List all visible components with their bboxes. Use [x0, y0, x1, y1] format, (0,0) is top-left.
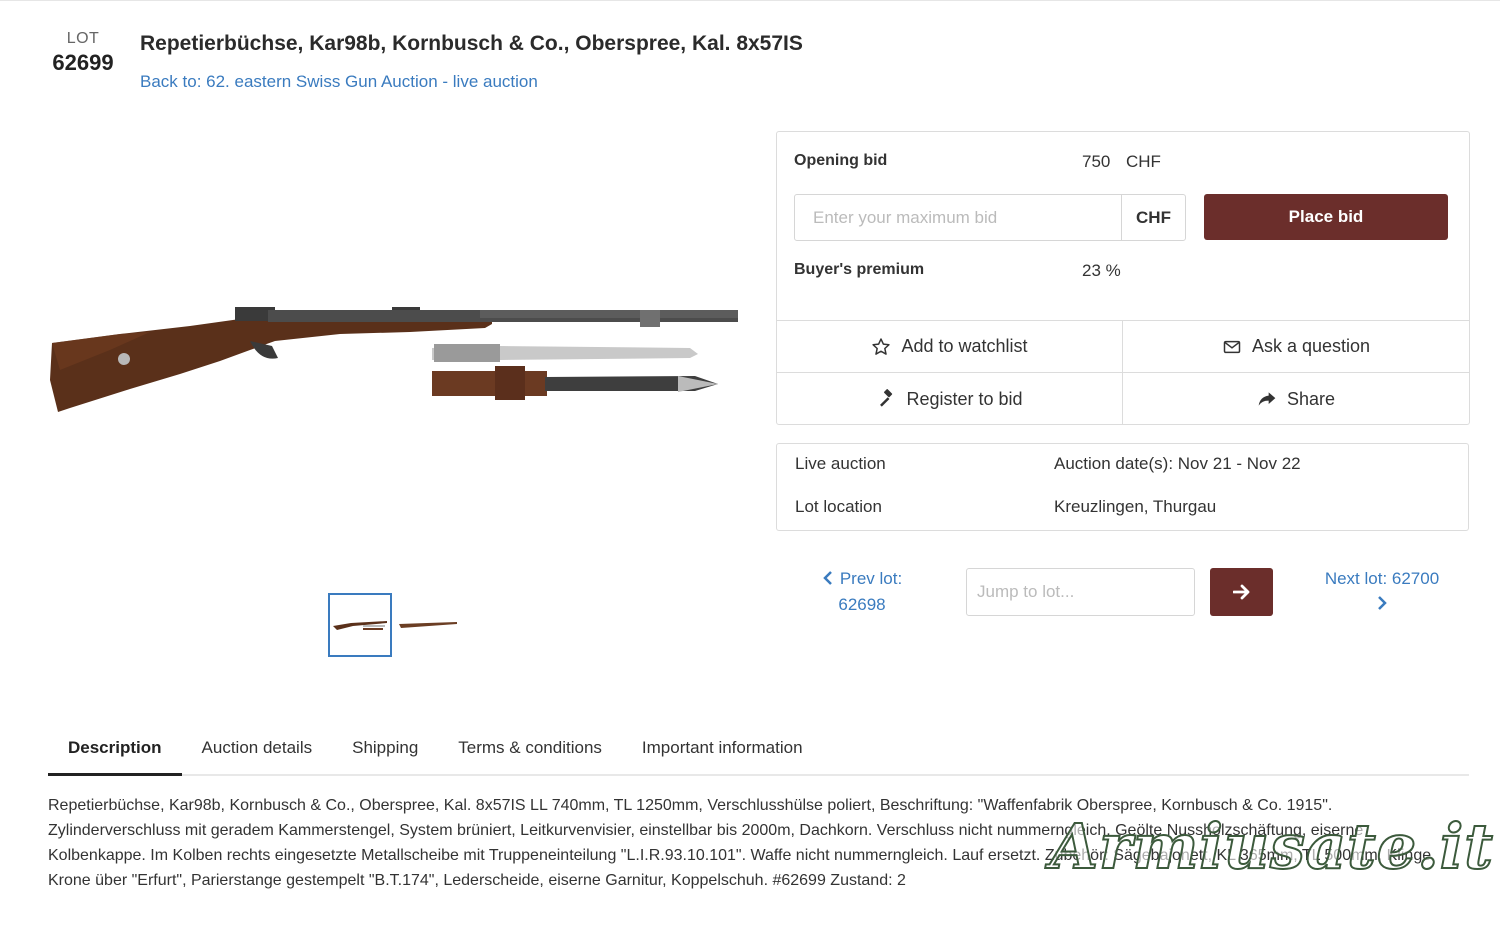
- next-lot-link[interactable]: Next lot: 62700: [1316, 566, 1448, 618]
- lot-location-value: Kreuzlingen, Thurgau: [1054, 497, 1217, 516]
- rifle-thumbnail-icon: [333, 621, 387, 630]
- watermark-logo: Armiusate.it: [1049, 809, 1494, 884]
- star-icon: [872, 337, 891, 355]
- gavel-icon: [880, 389, 893, 407]
- next-lot-label: Next lot: 62700: [1324, 569, 1440, 588]
- buyers-premium-label: Buyer's premium: [794, 261, 925, 278]
- share-label: Share: [1286, 388, 1336, 409]
- register-to-bid-button[interactable]: Register to bid: [777, 373, 1123, 425]
- lot-tabs: Description Auction details Shipping Ter…: [48, 730, 1469, 776]
- image-thumbnails: [328, 593, 460, 657]
- jump-to-lot-input[interactable]: [966, 568, 1195, 616]
- bid-panel: Opening bid 750 CHF CHF Place bid Buyer'…: [776, 131, 1470, 425]
- rifle-thumbnail-icon: [399, 622, 457, 628]
- place-bid-button[interactable]: Place bid: [1204, 194, 1448, 240]
- max-bid-input[interactable]: [795, 195, 1121, 240]
- prev-lot-label: Prev lot:: [839, 569, 903, 588]
- chevron-right-icon: [1378, 596, 1387, 610]
- lot-number: 62699: [52, 50, 114, 75]
- tab-shipping[interactable]: Shipping: [332, 730, 438, 776]
- share-button[interactable]: Share: [1123, 373, 1469, 425]
- arrow-right-icon: [1232, 584, 1249, 600]
- thumbnail-1[interactable]: [328, 593, 392, 657]
- prev-lot-number: 62698: [838, 595, 886, 614]
- prev-lot-link[interactable]: Prev lot: 62698: [812, 566, 912, 618]
- buyers-premium-value: 23 %: [1082, 261, 1121, 280]
- auction-info-panel: Live auction Auction date(s): Nov 21 - N…: [776, 443, 1469, 531]
- opening-bid-currency: CHF: [1126, 152, 1161, 171]
- envelope-icon: [1223, 340, 1241, 353]
- register-label: Register to bid: [906, 388, 1023, 409]
- top-divider: [0, 0, 1500, 1]
- rifle-image: [50, 307, 738, 412]
- ask-question-button[interactable]: Ask a question: [1123, 321, 1469, 373]
- lot-badge: LOT 62699: [48, 30, 118, 76]
- opening-bid-value: 750: [1082, 152, 1111, 171]
- auction-dates: Auction date(s): Nov 21 - Nov 22: [1054, 454, 1301, 473]
- ask-question-label: Ask a question: [1251, 336, 1371, 356]
- tab-important-information[interactable]: Important information: [622, 730, 823, 776]
- lot-label: LOT: [66, 30, 100, 47]
- back-to-auction-link[interactable]: Back to: 62. eastern Swiss Gun Auction -…: [140, 72, 538, 92]
- share-arrow-icon: [1258, 392, 1276, 406]
- watchlist-label: Add to watchlist: [901, 336, 1028, 356]
- bid-input-group: CHF: [794, 194, 1186, 241]
- tab-description[interactable]: Description: [48, 730, 182, 776]
- page-title: Repetierbüchse, Kar98b, Kornbusch & Co.,…: [140, 32, 803, 55]
- lot-actions: Add to watchlist Ask a question Register…: [777, 320, 1469, 425]
- tab-terms-conditions[interactable]: Terms & conditions: [438, 730, 622, 776]
- opening-bid-label: Opening bid: [794, 152, 888, 169]
- add-to-watchlist-button[interactable]: Add to watchlist: [777, 321, 1123, 373]
- tab-auction-details[interactable]: Auction details: [182, 730, 333, 776]
- lot-location-label: Lot location: [795, 497, 882, 516]
- jump-to-lot-button[interactable]: [1210, 568, 1273, 616]
- thumbnail-2[interactable]: [396, 593, 460, 657]
- auction-type-label: Live auction: [795, 454, 886, 473]
- lot-main-image[interactable]: [40, 240, 750, 480]
- chevron-left-icon: [823, 571, 832, 585]
- bid-currency-addon: CHF: [1121, 195, 1185, 240]
